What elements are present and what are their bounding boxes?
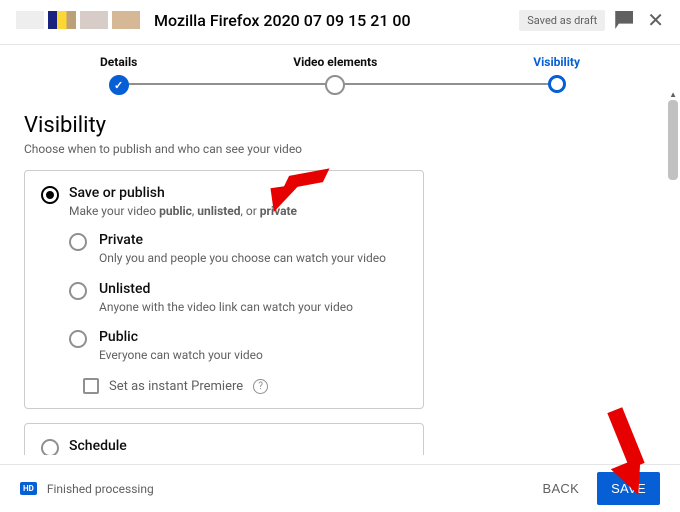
premiere-label: Set as instant Premiere <box>109 379 243 394</box>
premiere-row: Set as instant Premiere ? <box>83 378 407 394</box>
privacy-option-unlisted[interactable]: Unlisted Anyone with the video link can … <box>69 281 407 316</box>
save-button[interactable]: SAVE <box>597 472 660 505</box>
page-subtitle: Choose when to publish and who can see y… <box>24 142 656 156</box>
thumbnail <box>112 11 140 29</box>
step-video-elements[interactable]: Video elements <box>293 55 377 95</box>
step-details[interactable]: Details <box>100 55 137 95</box>
dialog-footer: HD Finished processing BACK SAVE <box>0 464 680 512</box>
radio-save-or-publish[interactable] <box>41 186 59 204</box>
video-title: Mozilla Firefox 2020 07 09 15 21 00 <box>154 11 519 30</box>
save-or-publish-option[interactable]: Save or publish Make your video public, … <box>41 185 407 220</box>
thumbnail <box>16 11 44 29</box>
radio-schedule[interactable] <box>41 439 59 455</box>
privacy-option-private[interactable]: Private Only you and people you choose c… <box>69 232 407 267</box>
schedule-card: Schedule Select a date to make your vide… <box>24 423 424 455</box>
thumbnail <box>80 11 108 29</box>
help-icon[interactable]: ? <box>253 379 268 394</box>
back-button[interactable]: BACK <box>528 473 593 504</box>
step-visibility[interactable]: Visibility <box>533 55 580 93</box>
feedback-icon[interactable] <box>615 11 633 29</box>
radio-private[interactable] <box>69 233 87 251</box>
checkbox-instant-premiere[interactable] <box>83 378 99 394</box>
schedule-option[interactable]: Schedule Select a date to make your vide… <box>41 438 407 455</box>
content-scroll: Visibility Choose when to publish and wh… <box>0 95 680 455</box>
page-title: Visibility <box>24 113 656 138</box>
scrollbar-thumb[interactable] <box>668 100 678 180</box>
save-or-publish-card: Save or publish Make your video public, … <box>24 170 424 409</box>
draft-status-pill: Saved as draft <box>519 10 605 31</box>
close-icon[interactable]: ✕ <box>647 8 664 32</box>
dialog-header: Mozilla Firefox 2020 07 09 15 21 00 Save… <box>0 0 680 40</box>
thumbnail <box>48 11 76 29</box>
privacy-option-public[interactable]: Public Everyone can watch your video <box>69 329 407 364</box>
checkmark-icon <box>109 75 129 95</box>
scrollbar[interactable]: ▲ <box>668 100 678 480</box>
stepper: Details Video elements Visibility <box>0 45 680 95</box>
video-thumbnails <box>16 11 140 29</box>
processing-status: Finished processing <box>47 482 154 496</box>
scroll-up-icon[interactable]: ▲ <box>669 90 677 99</box>
save-or-publish-subtitle: Make your video public, unlisted, or pri… <box>69 203 297 220</box>
hd-badge: HD <box>20 482 37 495</box>
radio-unlisted[interactable] <box>69 282 87 300</box>
radio-public[interactable] <box>69 330 87 348</box>
